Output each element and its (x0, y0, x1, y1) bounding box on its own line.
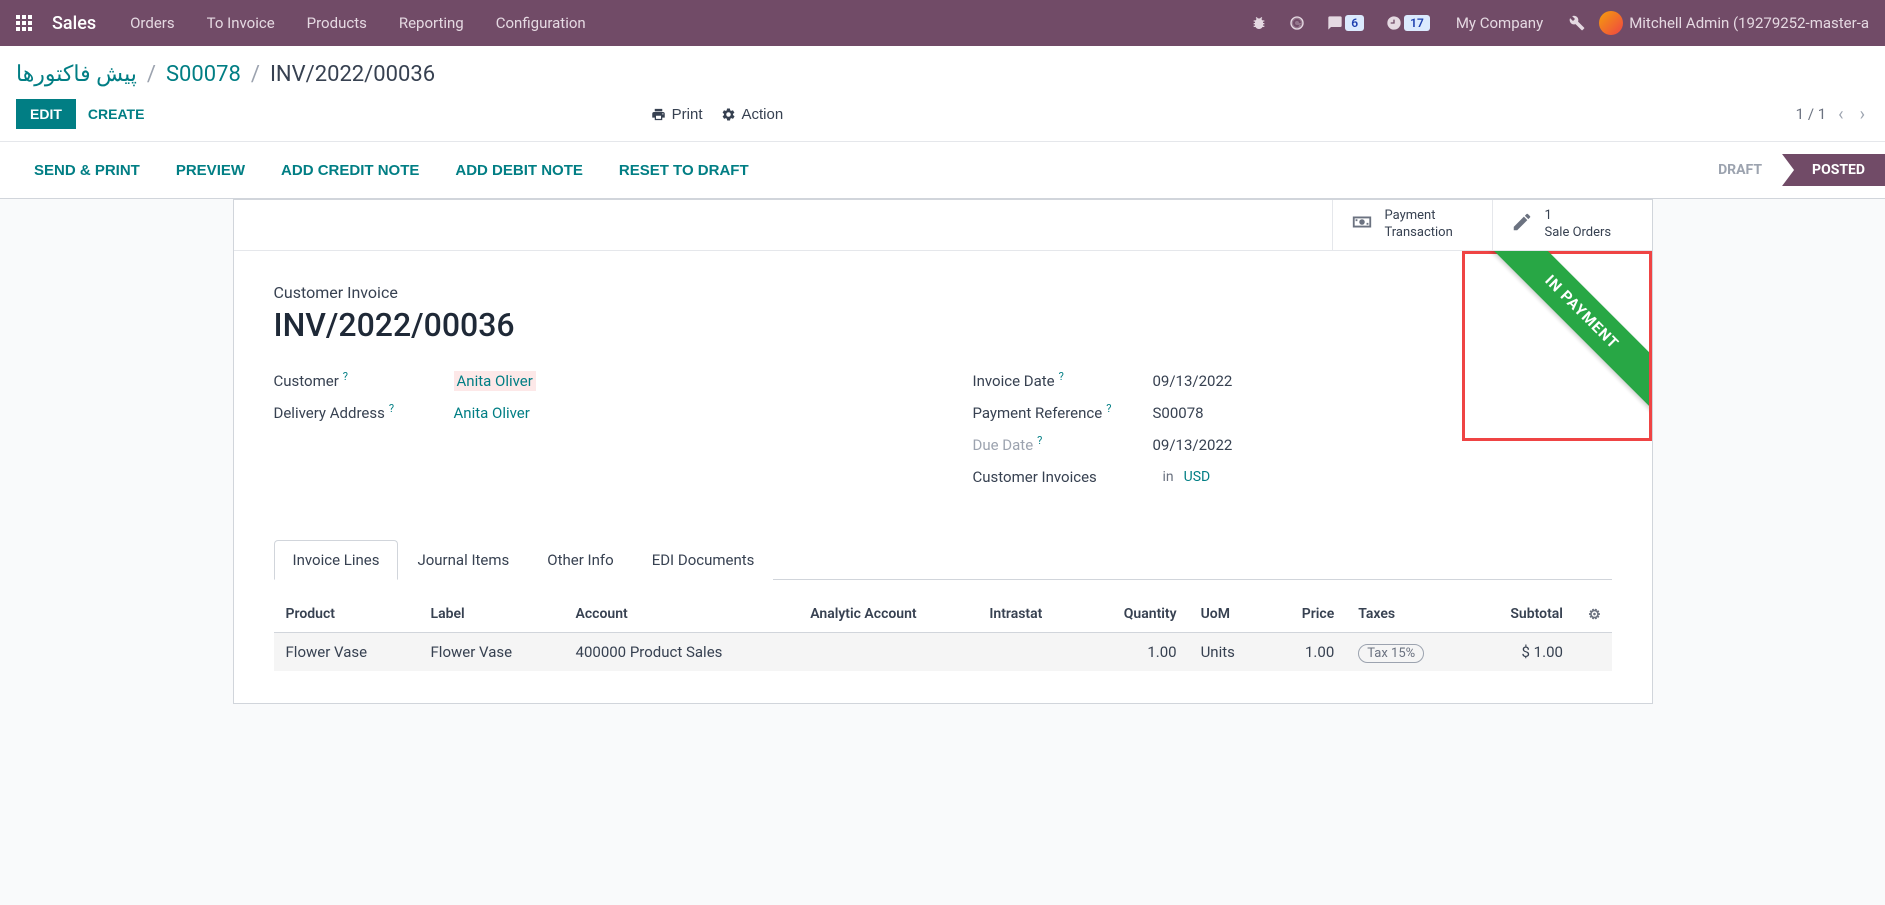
customer-label: Customer? (274, 372, 454, 390)
create-button[interactable]: CREATE (88, 106, 145, 122)
th-quantity[interactable]: Quantity (1083, 596, 1188, 633)
th-taxes[interactable]: Taxes (1346, 596, 1469, 633)
pager-text: 1 / 1 (1796, 105, 1827, 123)
nav-reporting[interactable]: Reporting (385, 0, 478, 46)
th-product[interactable]: Product (274, 596, 419, 633)
debit-note-button[interactable]: ADD DEBIT NOTE (437, 162, 601, 179)
app-brand[interactable]: Sales (44, 13, 112, 34)
columns-settings-icon[interactable]: ⚙ (1585, 608, 1601, 621)
money-icon (1351, 211, 1373, 239)
customer-value[interactable]: Anita Oliver (454, 371, 536, 391)
breadcrumb-current: INV/2022/00036 (270, 62, 435, 87)
action-button[interactable]: Action (721, 106, 784, 123)
payment-transaction-button[interactable]: Payment Transaction (1332, 200, 1492, 250)
help-icon[interactable]: ? (1059, 370, 1064, 383)
doc-title: INV/2022/00036 (274, 306, 1612, 344)
th-subtotal[interactable]: Subtotal (1470, 596, 1575, 633)
nav-configuration[interactable]: Configuration (482, 0, 600, 46)
preview-button[interactable]: PREVIEW (158, 162, 263, 179)
help-icon[interactable]: ? (1037, 434, 1042, 447)
invoice-lines-table: Product Label Account Analytic Account I… (274, 596, 1612, 671)
stage-draft[interactable]: DRAFT (1698, 154, 1782, 186)
payment-ref-label: Payment Reference? (973, 404, 1153, 422)
user-name: Mitchell Admin (19279252-master-a (1629, 14, 1869, 32)
breadcrumb-root[interactable]: پیش فاکتورها (16, 62, 137, 87)
breadcrumb-parent[interactable]: S00078 (166, 62, 241, 87)
journal-value: Customer Invoices (973, 468, 1097, 486)
pager-prev-icon[interactable]: ‹ (1834, 100, 1847, 129)
tabs: Invoice Lines Journal Items Other Info E… (274, 540, 1612, 580)
due-date-label: Due Date? (973, 436, 1153, 454)
nav-to-invoice[interactable]: To Invoice (193, 0, 289, 46)
messages-badge: 6 (1345, 15, 1364, 31)
reset-draft-button[interactable]: RESET TO DRAFT (601, 162, 767, 179)
edit-button[interactable]: EDIT (16, 99, 76, 129)
button-box: Payment Transaction 1 Sale Orders (234, 200, 1652, 251)
user-menu[interactable]: Mitchell Admin (19279252-master-a (1599, 11, 1877, 35)
help-icon[interactable]: ? (389, 402, 394, 415)
th-label[interactable]: Label (419, 596, 564, 633)
due-date-value: 09/13/2022 (1153, 436, 1233, 454)
tools-icon[interactable] (1561, 15, 1593, 31)
th-uom[interactable]: UoM (1189, 596, 1269, 633)
breadcrumb: پیش فاکتورها / S00078 / INV/2022/00036 (16, 62, 435, 87)
doc-type-label: Customer Invoice (274, 283, 1612, 302)
tab-other-info[interactable]: Other Info (528, 540, 632, 580)
tax-badge: Tax 15% (1358, 644, 1424, 663)
print-icon (651, 107, 666, 122)
topbar: Sales Orders To Invoice Products Reporti… (0, 0, 1885, 46)
tab-invoice-lines[interactable]: Invoice Lines (274, 540, 399, 580)
th-analytic[interactable]: Analytic Account (798, 596, 977, 633)
invoice-date-label: Invoice Date? (973, 372, 1153, 390)
tab-journal-items[interactable]: Journal Items (398, 540, 528, 580)
sale-orders-button[interactable]: 1 Sale Orders (1492, 200, 1652, 250)
messages-icon[interactable]: 6 (1319, 15, 1372, 31)
delivery-label: Delivery Address? (274, 404, 454, 422)
support-icon[interactable] (1281, 15, 1313, 31)
activities-badge: 17 (1404, 15, 1430, 31)
delivery-value[interactable]: Anita Oliver (454, 404, 530, 422)
form-sheet: Payment Transaction 1 Sale Orders IN PAY… (233, 199, 1653, 704)
pager-next-icon[interactable]: › (1856, 100, 1869, 129)
activities-icon[interactable]: 17 (1378, 15, 1438, 31)
avatar (1599, 11, 1623, 35)
bug-icon[interactable] (1243, 15, 1275, 31)
print-button[interactable]: Print (651, 106, 703, 123)
gear-icon (721, 107, 736, 122)
help-icon[interactable]: ? (1106, 402, 1111, 415)
table-row[interactable]: Flower Vase Flower Vase 400000 Product S… (274, 632, 1612, 671)
invoice-date-value: 09/13/2022 (1153, 372, 1233, 390)
tab-edi-documents[interactable]: EDI Documents (633, 540, 774, 580)
apps-menu-icon[interactable] (8, 7, 40, 39)
credit-note-button[interactable]: ADD CREDIT NOTE (263, 162, 437, 179)
company-name[interactable]: My Company (1444, 14, 1555, 32)
edit-note-icon (1511, 211, 1533, 239)
control-panel: پیش فاکتورها / S00078 / INV/2022/00036 E… (0, 46, 1885, 199)
currency-value[interactable]: USD (1184, 469, 1211, 485)
nav-orders[interactable]: Orders (116, 0, 189, 46)
stage-posted[interactable]: POSTED (1782, 154, 1885, 186)
th-price[interactable]: Price (1269, 596, 1347, 633)
th-intrastat[interactable]: Intrastat (977, 596, 1083, 633)
help-icon[interactable]: ? (343, 370, 348, 383)
status-stages: DRAFT POSTED (1698, 154, 1885, 186)
payment-ref-value: S00078 (1153, 404, 1204, 422)
nav-products[interactable]: Products (293, 0, 381, 46)
pager: 1 / 1 ‹ › (1796, 100, 1869, 129)
send-print-button[interactable]: SEND & PRINT (16, 162, 158, 179)
th-account[interactable]: Account (564, 596, 799, 633)
